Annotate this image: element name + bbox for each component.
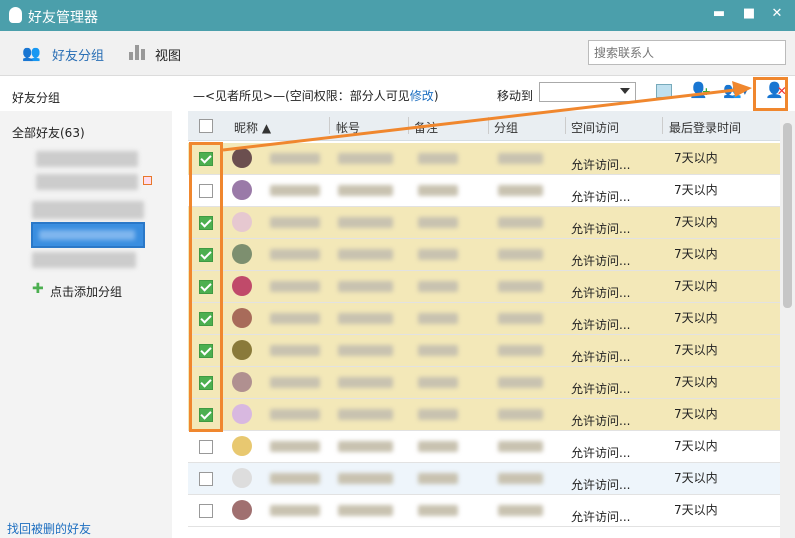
annotation-arrow [222, 81, 752, 152]
